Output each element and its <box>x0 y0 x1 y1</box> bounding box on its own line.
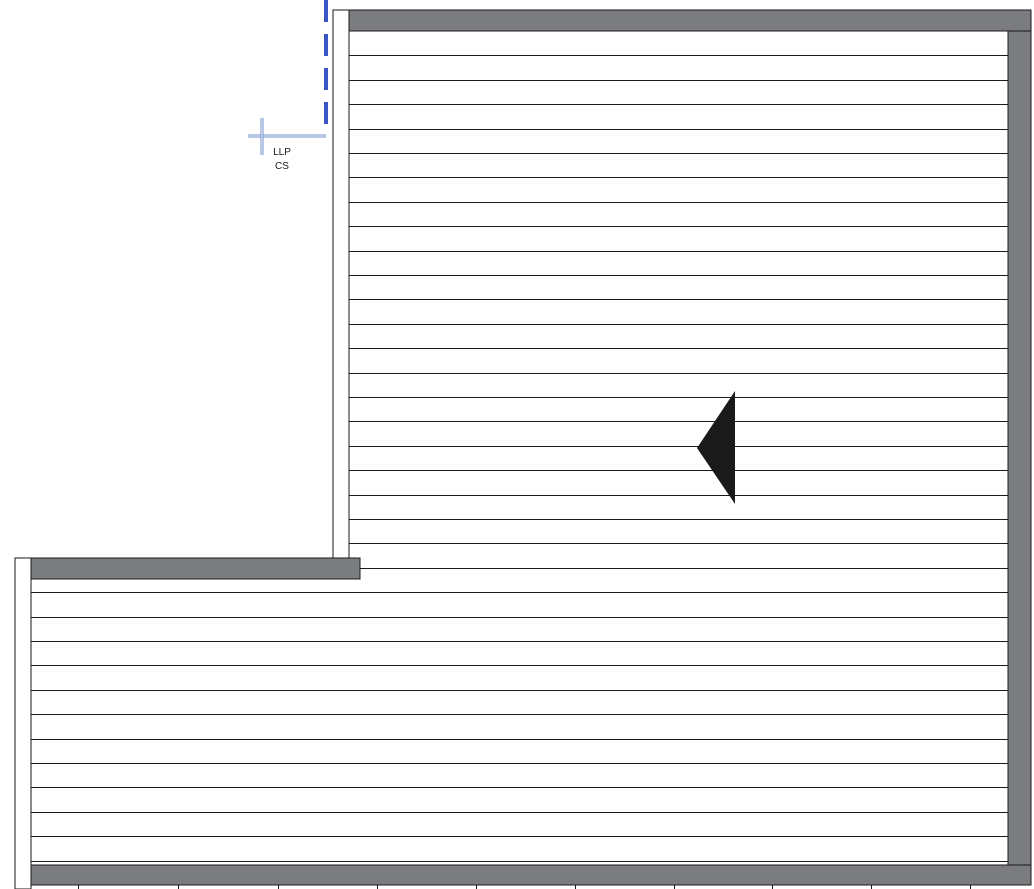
bottom-tick-marks <box>78 885 971 889</box>
marker-label-line1: LLP <box>273 147 291 158</box>
top-band <box>348 9 1032 32</box>
bottom-band <box>30 864 1032 886</box>
plan-canvas: LLP CS <box>14 0 1032 889</box>
marker-label-line2: CS <box>275 161 289 172</box>
middle-step-band <box>30 557 361 580</box>
left-pointing-triangle-icon <box>697 391 735 504</box>
right-band <box>1007 30 1032 866</box>
lower-left-wall-strip <box>14 557 32 889</box>
upper-left-wall-strip <box>332 9 350 559</box>
horizontal-stripes <box>31 55 1008 862</box>
